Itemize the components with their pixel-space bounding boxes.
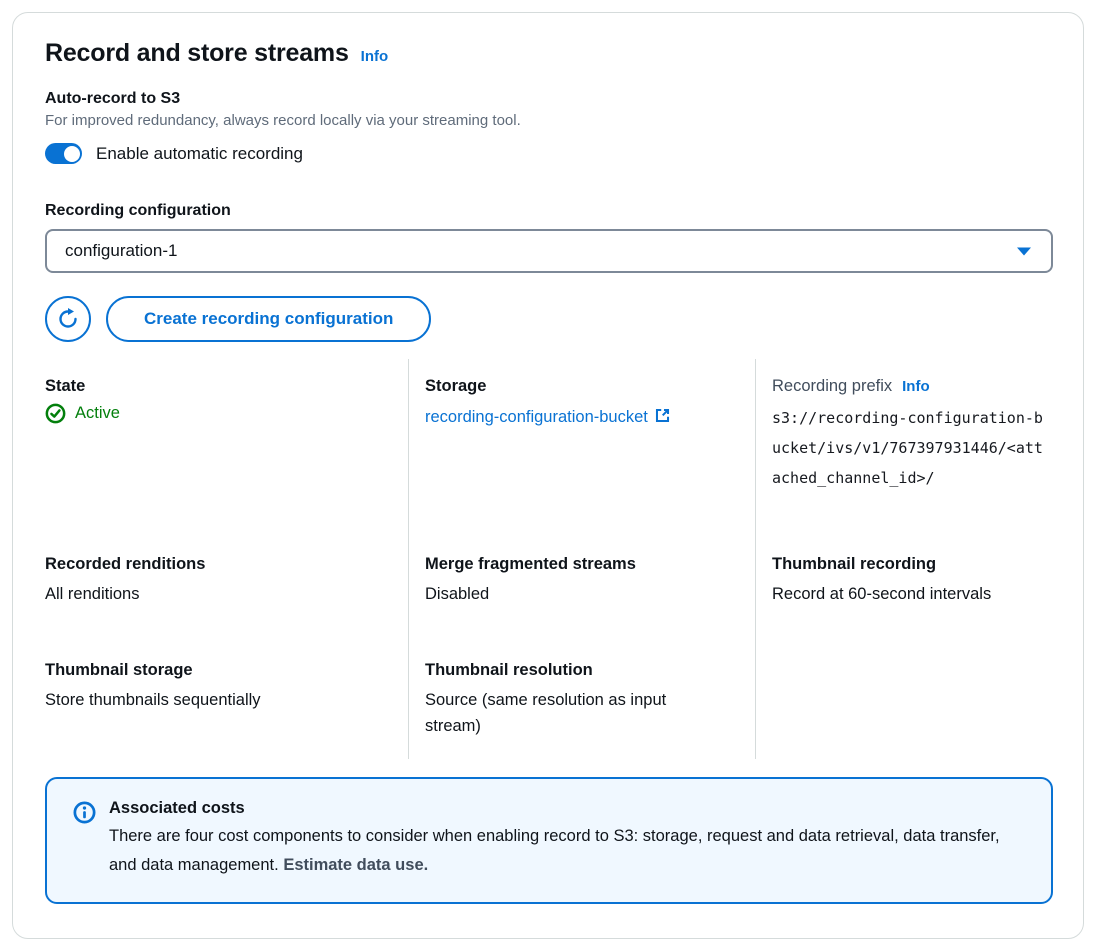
auto-record-label: Auto-record to S3 bbox=[45, 90, 1051, 108]
merge-fragmented-streams-label: Merge fragmented streams bbox=[425, 555, 755, 574]
field-recording-prefix: Recording prefix Info s3://recording-con… bbox=[755, 359, 1051, 537]
thumbnail-storage-label: Thumbnail storage bbox=[45, 661, 380, 680]
state-text: Active bbox=[75, 404, 120, 423]
configuration-details: State Active Storage recording-configura… bbox=[45, 359, 1051, 759]
storage-bucket-link[interactable]: recording-configuration-bucket bbox=[425, 403, 671, 431]
recording-prefix-value: s3://recording-configuration-bucket/ivs/… bbox=[772, 403, 1051, 493]
toggle-knob bbox=[64, 146, 80, 162]
field-merge-fragmented-streams: Merge fragmented streams Disabled bbox=[408, 537, 755, 643]
refresh-icon bbox=[56, 307, 80, 331]
section-header: Record and store streams Info bbox=[45, 39, 1051, 68]
recorded-renditions-value: All renditions bbox=[45, 581, 380, 607]
thumbnail-recording-label: Thumbnail recording bbox=[772, 555, 1051, 574]
toggle-label: Enable automatic recording bbox=[96, 144, 303, 164]
page-title: Record and store streams bbox=[45, 39, 349, 68]
info-icon bbox=[73, 801, 96, 824]
header-info-link[interactable]: Info bbox=[361, 48, 389, 65]
recording-configuration-section: Recording configuration configuration-1 bbox=[45, 202, 1051, 273]
storage-link-text: recording-configuration-bucket bbox=[425, 408, 648, 426]
record-and-store-streams-card: Record and store streams Info Auto-recor… bbox=[12, 12, 1084, 939]
details-empty-cell bbox=[755, 643, 1051, 759]
selected-option: configuration-1 bbox=[65, 241, 177, 261]
recorded-renditions-label: Recorded renditions bbox=[45, 555, 380, 574]
field-storage: Storage recording-configuration-bucket bbox=[408, 359, 755, 537]
create-recording-configuration-button[interactable]: Create recording configuration bbox=[106, 296, 431, 342]
alert-body: There are four cost components to consid… bbox=[109, 822, 1027, 880]
recording-configuration-select[interactable]: configuration-1 bbox=[45, 229, 1053, 273]
thumbnail-recording-value: Record at 60-second intervals bbox=[772, 581, 1051, 607]
auto-record-description: For improved redundancy, always record l… bbox=[45, 112, 1051, 129]
actions-row: Create recording configuration bbox=[45, 296, 1051, 342]
state-label: State bbox=[45, 377, 380, 396]
field-thumbnail-resolution: Thumbnail resolution Source (same resolu… bbox=[408, 643, 755, 759]
field-thumbnail-recording: Thumbnail recording Record at 60-second … bbox=[755, 537, 1051, 643]
estimate-data-use-link[interactable]: Estimate data use. bbox=[283, 856, 428, 874]
thumbnail-resolution-value: Source (same resolution as input stream) bbox=[425, 687, 725, 739]
merge-fragmented-streams-value: Disabled bbox=[425, 581, 755, 607]
refresh-button[interactable] bbox=[45, 296, 91, 342]
alert-body-text: There are four cost components to consid… bbox=[109, 827, 1000, 874]
state-value: Active bbox=[45, 403, 380, 424]
recording-prefix-info-link[interactable]: Info bbox=[902, 378, 930, 395]
thumbnail-storage-value: Store thumbnails sequentially bbox=[45, 687, 380, 713]
check-circle-icon bbox=[45, 403, 66, 424]
auto-recording-toggle[interactable] bbox=[45, 143, 82, 164]
caret-down-icon bbox=[1017, 247, 1031, 256]
storage-label: Storage bbox=[425, 377, 755, 396]
associated-costs-alert: Associated costs There are four cost com… bbox=[45, 777, 1053, 904]
recording-configuration-label: Recording configuration bbox=[45, 202, 1051, 220]
auto-record-section: Auto-record to S3 For improved redundanc… bbox=[45, 90, 1051, 164]
recording-prefix-label-row: Recording prefix Info bbox=[772, 377, 1051, 396]
field-thumbnail-storage: Thumbnail storage Store thumbnails seque… bbox=[45, 643, 408, 759]
external-link-icon bbox=[654, 407, 671, 424]
field-state: State Active bbox=[45, 359, 408, 537]
thumbnail-resolution-label: Thumbnail resolution bbox=[425, 661, 755, 680]
alert-title: Associated costs bbox=[109, 799, 1027, 818]
recording-prefix-label: Recording prefix bbox=[772, 377, 892, 396]
field-recorded-renditions: Recorded renditions All renditions bbox=[45, 537, 408, 643]
